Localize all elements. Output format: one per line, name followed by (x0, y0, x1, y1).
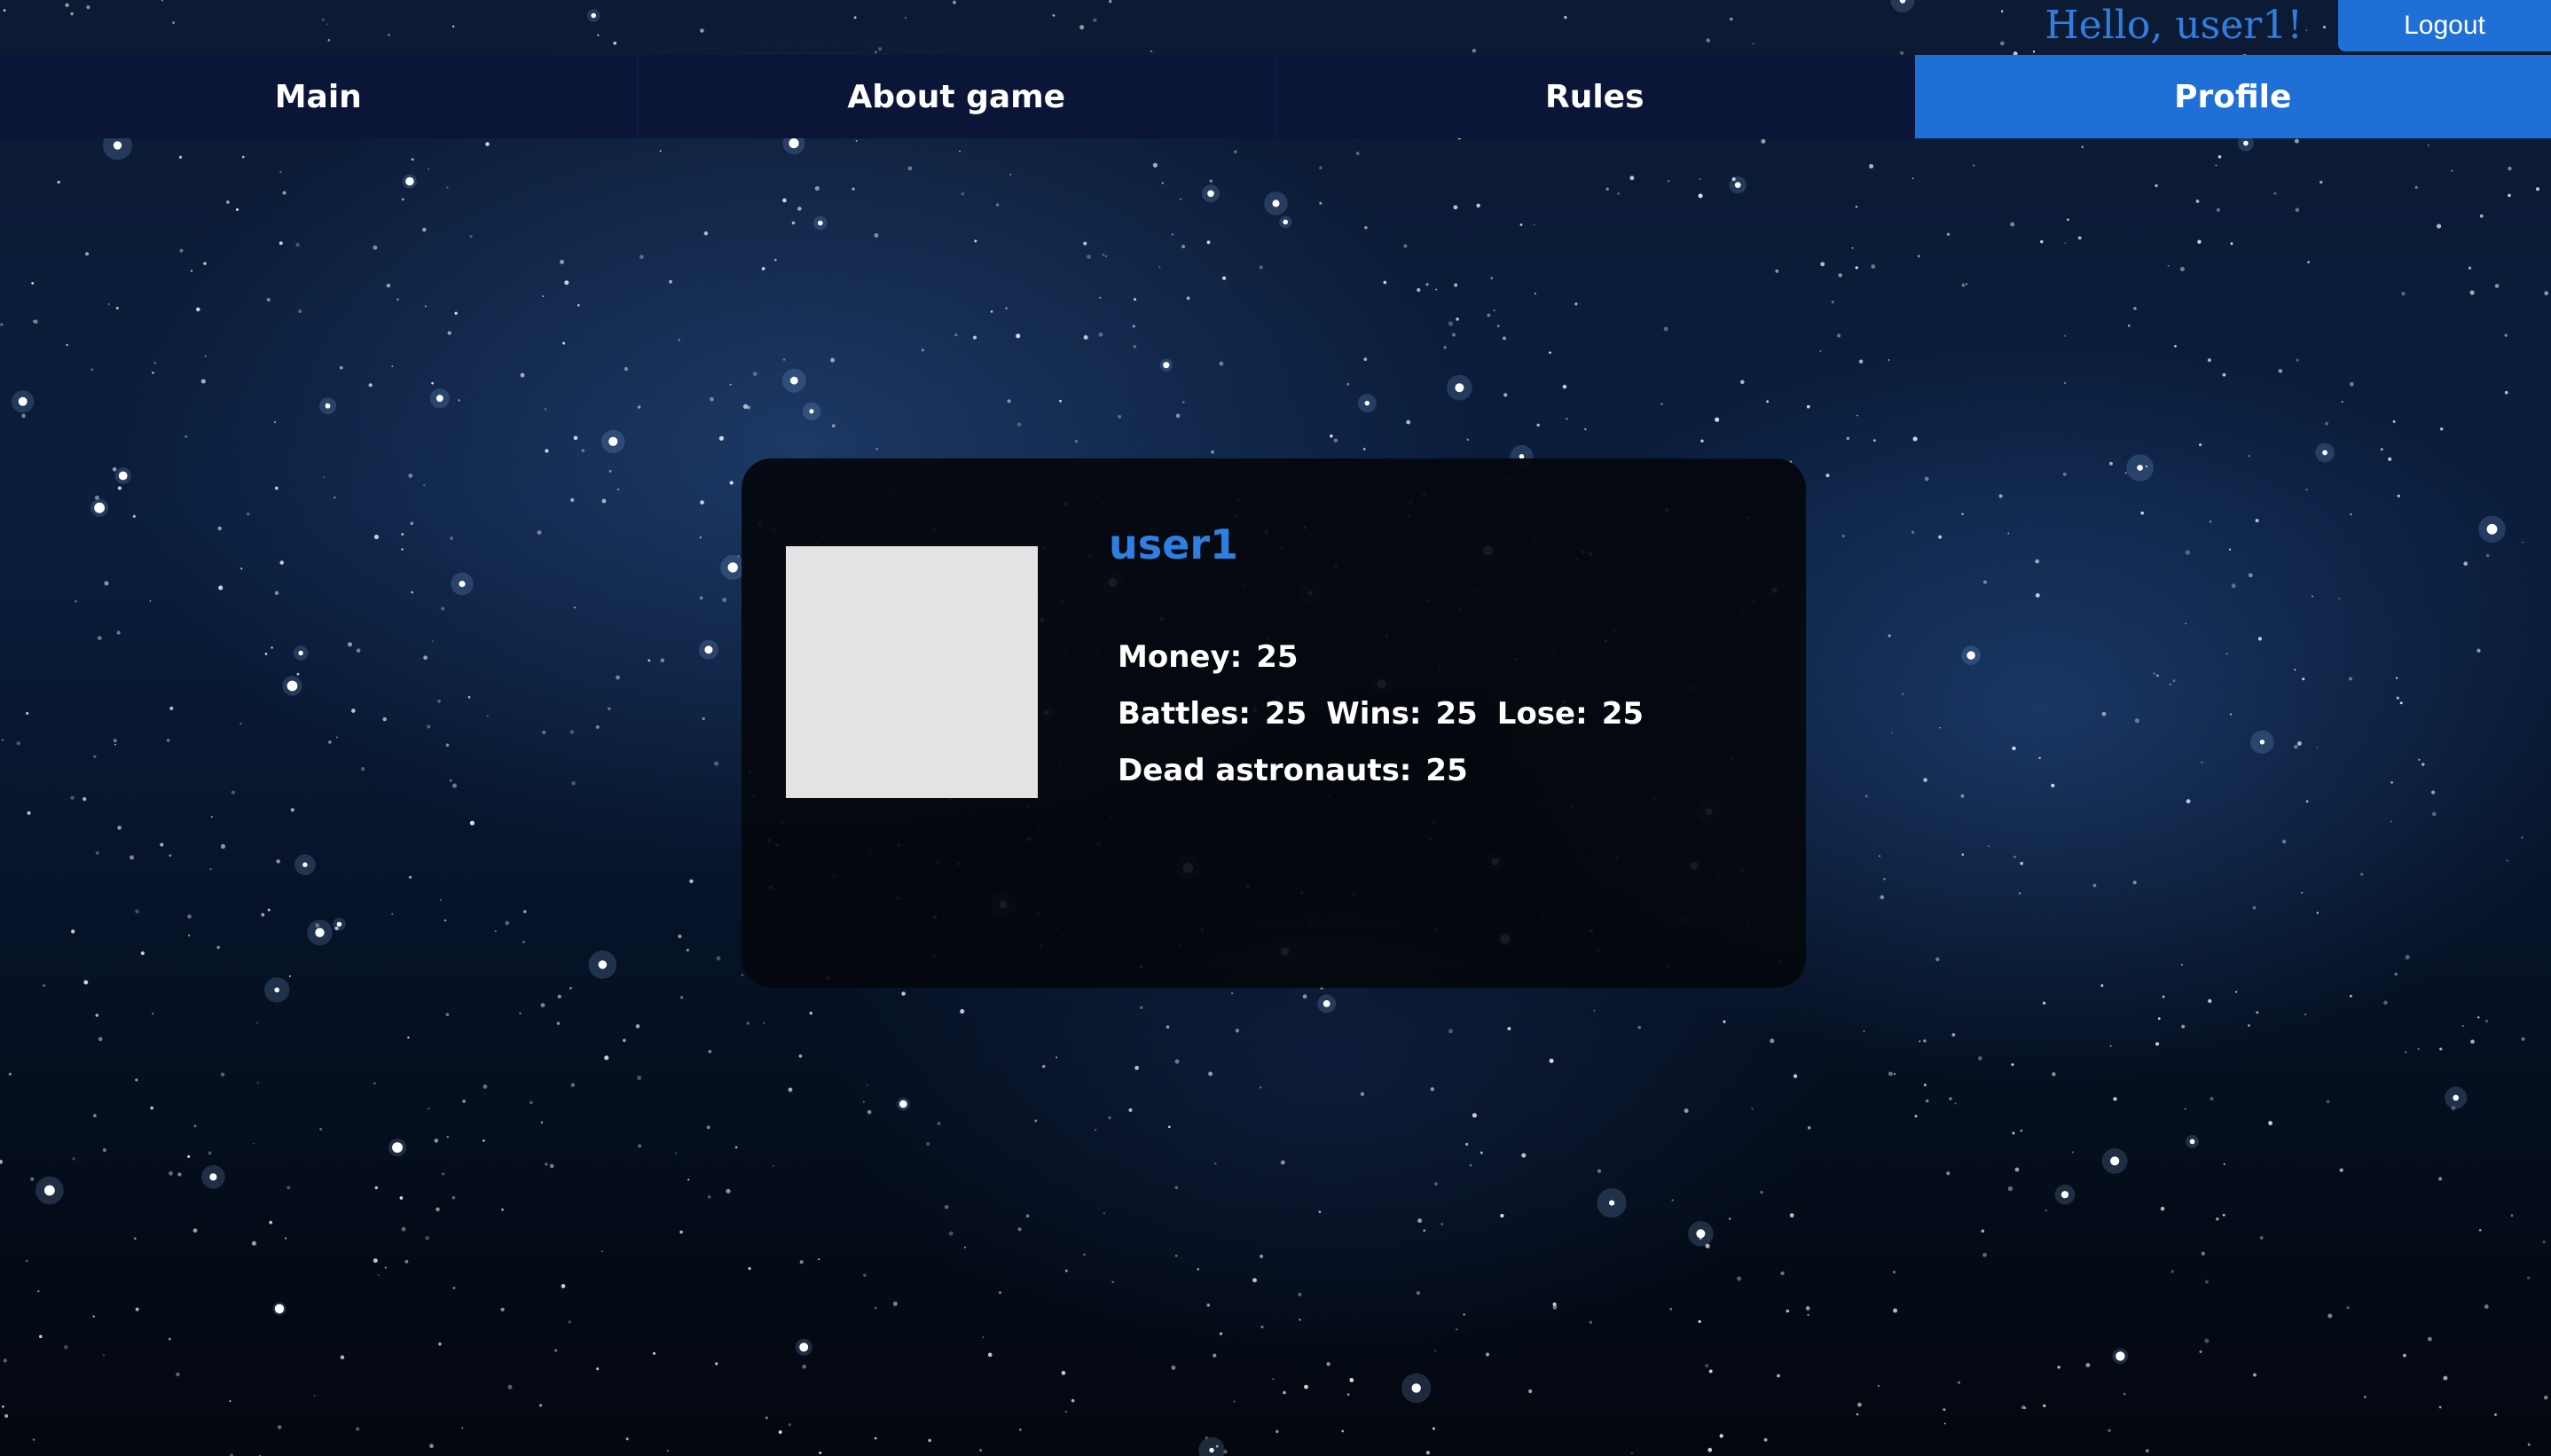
main-nav: Main About game Rules Profile (0, 55, 2551, 138)
battles-value: 25 (1264, 696, 1307, 732)
money-label: Money: (1118, 639, 1243, 675)
wins-value: 25 (1435, 696, 1478, 732)
tab-about-game[interactable]: About game (638, 55, 1276, 138)
profile-username: user1 (1109, 521, 1239, 568)
profile-card: user1 Money: 25 Battles: 25 Wins: 25 Lose: 25 … (742, 458, 1806, 988)
greeting-text: Hello, user1! (2045, 3, 2303, 48)
logout-button[interactable]: Logout (2338, 0, 2551, 51)
profile-stats: Money: 25 Battles: 25 Wins: 25 Lose: 25 Dead a… (1118, 629, 1663, 799)
dead-astronauts-label: Dead astronauts: (1118, 753, 1412, 788)
tab-profile[interactable]: Profile (1914, 55, 2551, 138)
top-bar: Hello, user1! Logout (0, 0, 2551, 55)
tab-rules[interactable]: Rules (1276, 55, 1915, 138)
lose-value: 25 (1601, 696, 1644, 732)
battles-label: Battles: (1118, 696, 1251, 732)
wins-label: Wins: (1326, 696, 1422, 732)
tab-main[interactable]: Main (0, 55, 639, 138)
dead-astronauts-row: Dead astronauts: 25 (1118, 742, 1663, 799)
lose-label: Lose: (1496, 696, 1588, 732)
money-row: Money: 25 (1118, 629, 1663, 685)
avatar (786, 546, 1038, 798)
battle-stats-row: Battles: 25 Wins: 25 Lose: 25 (1118, 685, 1663, 742)
money-value: 25 (1256, 639, 1299, 675)
dead-astronauts-value: 25 (1425, 753, 1468, 788)
